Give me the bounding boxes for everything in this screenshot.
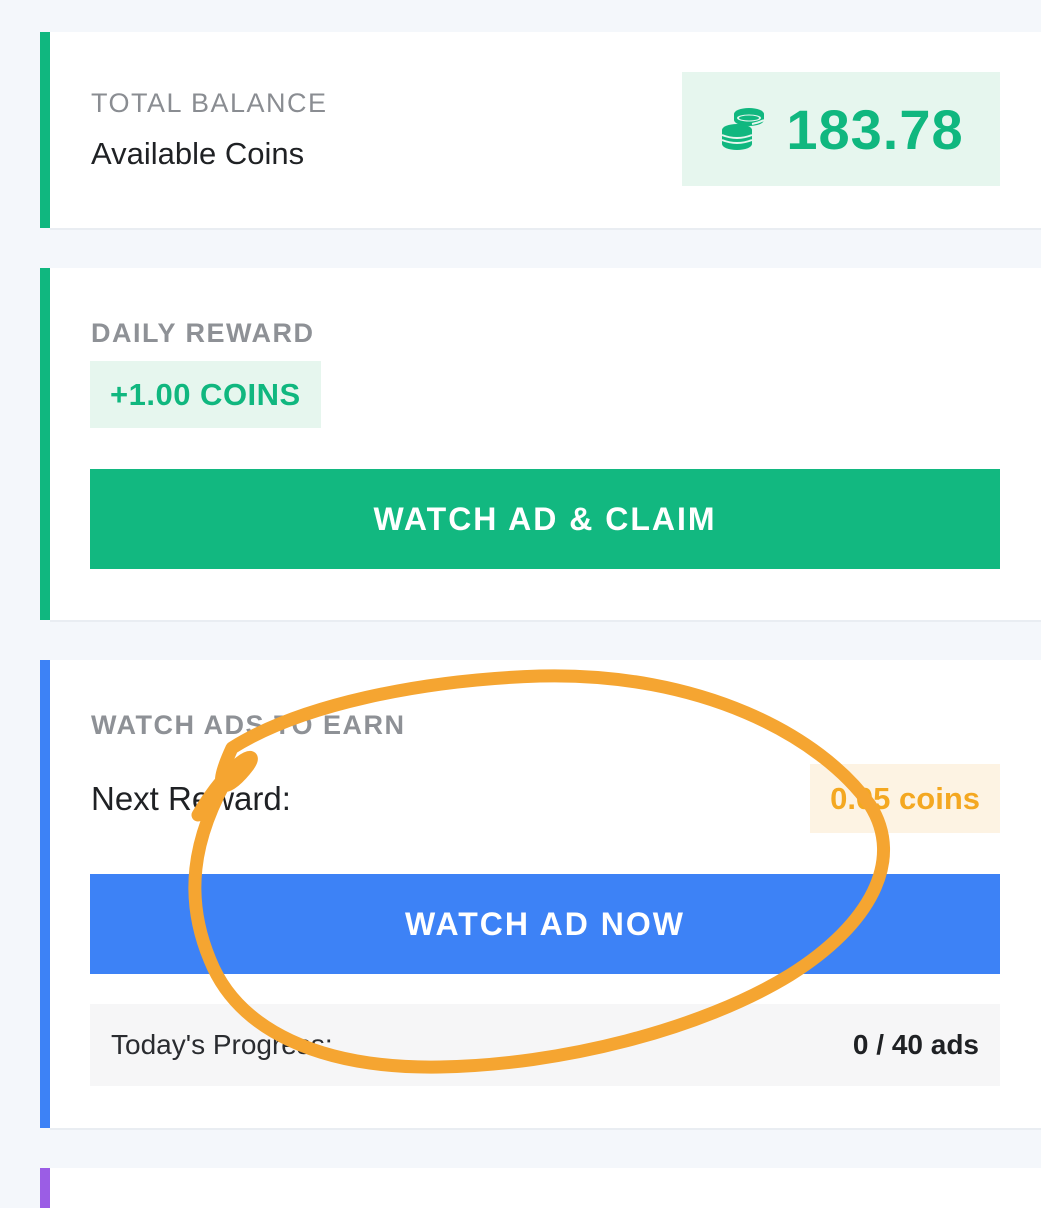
balance-subtitle: Available Coins xyxy=(91,136,305,171)
watch-ads-label: WATCH ADS TO EARN xyxy=(91,710,406,740)
todays-progress: Today's Progress: 0 / 40 ads xyxy=(90,1004,1000,1086)
balance-card: TOTAL BALANCE Available Coins 183.78 xyxy=(40,32,1041,230)
daily-card-accent xyxy=(40,268,50,620)
daily-reward-badge: +1.00 COINS xyxy=(90,361,321,428)
watch-ads-card: WATCH ADS TO EARN Next Reward: 0.05 coin… xyxy=(40,660,1041,1130)
next-reward-badge: 0.05 coins xyxy=(810,764,1000,833)
balance-label: TOTAL BALANCE xyxy=(91,88,328,118)
next-reward-label: Next Reward: xyxy=(91,780,291,817)
balance-card-accent xyxy=(40,32,50,228)
watch-ad-now-button[interactable]: WATCH AD NOW xyxy=(90,874,1000,974)
card-divider xyxy=(50,620,1041,622)
balance-amount-box: 183.78 xyxy=(682,72,1000,186)
next-card-accent xyxy=(40,1168,50,1208)
watch-ad-claim-button[interactable]: WATCH AD & CLAIM xyxy=(90,469,1000,569)
daily-reward-card: DAILY REWARD +1.00 COINS WATCH AD & CLAI… xyxy=(40,268,1041,622)
coins-stack-icon xyxy=(718,106,768,152)
progress-value: 0 / 40 ads xyxy=(852,1029,979,1060)
card-divider xyxy=(50,228,1041,230)
daily-reward-label: DAILY REWARD xyxy=(91,318,315,348)
balance-amount: 183.78 xyxy=(786,97,964,161)
card-divider xyxy=(50,1128,1041,1130)
progress-label: Today's Progress: xyxy=(111,1029,333,1060)
next-card xyxy=(40,1168,1041,1208)
ads-card-accent xyxy=(40,660,50,1128)
